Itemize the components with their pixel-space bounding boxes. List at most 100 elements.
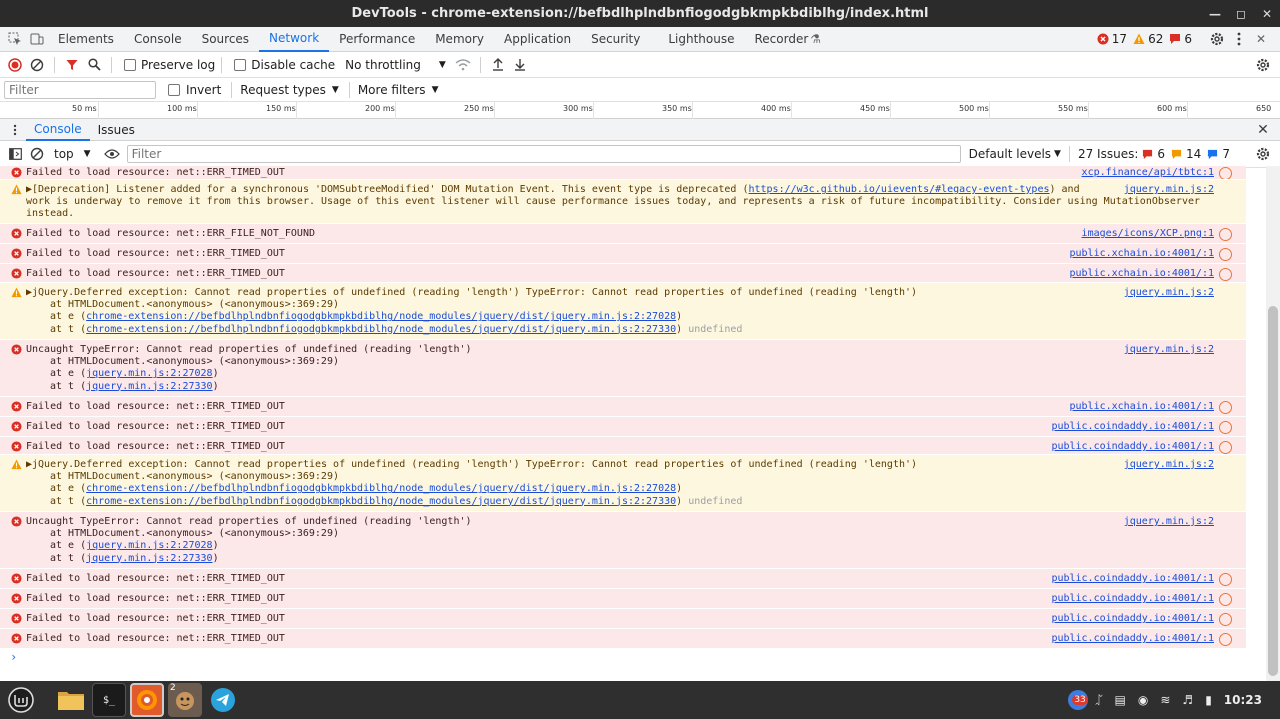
stack-frame-link[interactable]: chrome-extension://befbdlhplndbnfiogodgb…: [86, 324, 676, 335]
message-source-link[interactable]: jquery.min.js:2: [1124, 184, 1214, 196]
message-source-link[interactable]: public.coindaddy.io:4001/:1: [1051, 593, 1214, 605]
terminal-icon[interactable]: $_: [92, 683, 126, 717]
message-source-link[interactable]: jquery.min.js:2: [1124, 459, 1214, 471]
network-request-icon[interactable]: [1219, 268, 1232, 281]
stack-frame-link[interactable]: chrome-extension://befbdlhplndbnfiogodgb…: [86, 483, 676, 494]
disable-cache-checkbox[interactable]: [234, 58, 247, 71]
close-window-icon[interactable]: ✕: [1254, 0, 1280, 27]
filter-funnel-icon[interactable]: [61, 54, 83, 76]
console-error-message[interactable]: Failed to load resource: net::ERR_TIMED_…: [0, 568, 1246, 588]
console-filter-input[interactable]: [126, 145, 961, 163]
preserve-log-checkbox[interactable]: [124, 58, 136, 71]
message-source-link[interactable]: jquery.min.js:2: [1124, 516, 1214, 528]
console-error-message[interactable]: Failed to load resource: net::ERR_FILE_N…: [0, 223, 1246, 243]
console-error-message[interactable]: Failed to load resource: net::ERR_TIMED_…: [0, 396, 1246, 416]
message-source-link[interactable]: public.xchain.io:4001/:1: [1070, 268, 1215, 280]
console-warning-message[interactable]: ▶[Deprecation] Listener added for a sync…: [0, 179, 1246, 223]
invert-checkbox[interactable]: [168, 83, 180, 96]
console-error-message[interactable]: Failed to load resource: net::ERR_TIMED_…: [0, 263, 1246, 282]
network-request-icon[interactable]: [1219, 421, 1232, 434]
telegram-icon[interactable]: [206, 683, 240, 717]
console-error-message[interactable]: Failed to load resource: net::ERR_TIMED_…: [0, 628, 1246, 648]
maximize-icon[interactable]: ◻: [1228, 0, 1254, 27]
network-request-icon[interactable]: [1219, 228, 1232, 241]
bluetooth-icon[interactable]: ᛢ: [1095, 693, 1102, 707]
network-request-icon[interactable]: [1219, 248, 1232, 261]
message-source-link[interactable]: xcp.finance/api/tbtc:1: [1082, 167, 1214, 179]
console-error-message[interactable]: Failed to load resource: net::ERR_TIMED_…: [0, 166, 1246, 180]
network-request-icon[interactable]: [1219, 573, 1232, 586]
import-har-icon[interactable]: [487, 54, 509, 76]
stack-frame-link[interactable]: chrome-extension://befbdlhplndbnfiogodgb…: [86, 496, 676, 507]
console-messages[interactable]: Failed to load resource: net::ERR_TIMED_…: [0, 166, 1266, 681]
message-source-link[interactable]: public.coindaddy.io:4001/:1: [1051, 633, 1214, 645]
message-link[interactable]: https://w3c.github.io/uievents/#legacy-e…: [748, 184, 1049, 195]
network-request-icon[interactable]: [1219, 441, 1232, 454]
drawer-menu-icon[interactable]: [4, 119, 26, 141]
request-types-dropdown[interactable]: Request types ▼: [240, 83, 339, 97]
message-source-link[interactable]: public.coindaddy.io:4001/:1: [1051, 573, 1214, 585]
console-error-message[interactable]: Uncaught TypeError: Cannot read properti…: [0, 511, 1246, 568]
clipboard-icon[interactable]: ▤: [1115, 693, 1126, 707]
network-filter-input[interactable]: [4, 80, 156, 99]
network-request-icon[interactable]: [1219, 613, 1232, 626]
tab-memory[interactable]: Memory: [425, 27, 494, 52]
volume-icon[interactable]: ♬: [1182, 693, 1193, 707]
live-expression-eye-icon[interactable]: [101, 143, 123, 165]
settings-gear-icon[interactable]: [1206, 28, 1228, 50]
more-options-icon[interactable]: [1228, 28, 1250, 50]
more-filters-dropdown[interactable]: More filters ▼: [358, 83, 439, 97]
export-har-icon[interactable]: [509, 54, 531, 76]
stack-frame-link[interactable]: chrome-extension://befbdlhplndbnfiogodgb…: [86, 311, 676, 322]
console-warning-message[interactable]: ▶jQuery.Deferred exception: Cannot read …: [0, 454, 1246, 511]
stack-frame-link[interactable]: jquery.min.js:2:27028: [86, 368, 212, 379]
tab-elements[interactable]: Elements: [48, 27, 124, 52]
tab-security[interactable]: Security: [581, 27, 650, 52]
network-request-icon[interactable]: [1219, 633, 1232, 646]
network-settings-gear-icon[interactable]: [1252, 54, 1274, 76]
drawer-tab-issues[interactable]: Issues: [90, 119, 143, 141]
menu-logo-icon[interactable]: [4, 683, 38, 717]
clear-console-icon[interactable]: [26, 143, 48, 165]
console-error-message[interactable]: Failed to load resource: net::ERR_TIMED_…: [0, 436, 1246, 454]
console-prompt[interactable]: ›: [10, 650, 17, 664]
search-icon[interactable]: [83, 54, 105, 76]
wifi-icon[interactable]: ≋: [1160, 693, 1170, 707]
tab-network[interactable]: Network: [259, 27, 330, 52]
inspect-element-icon[interactable]: [4, 28, 26, 50]
notifications-icon[interactable]: 33: [1067, 689, 1089, 711]
tab-application[interactable]: Application: [494, 27, 581, 52]
tab-sources[interactable]: Sources: [192, 27, 259, 52]
stack-frame-link[interactable]: jquery.min.js:2:27330: [86, 553, 212, 564]
issues-summary[interactable]: 27 Issues: 6 14 7: [1078, 147, 1230, 161]
message-source-link[interactable]: jquery.min.js:2: [1124, 287, 1214, 299]
console-settings-gear-icon[interactable]: [1252, 143, 1274, 165]
scrollbar-thumb[interactable]: [1268, 306, 1278, 676]
message-source-link[interactable]: public.coindaddy.io:4001/:1: [1051, 441, 1214, 453]
network-request-icon[interactable]: [1219, 401, 1232, 414]
message-source-link[interactable]: public.xchain.io:4001/:1: [1070, 401, 1215, 413]
console-error-message[interactable]: Failed to load resource: net::ERR_TIMED_…: [0, 588, 1246, 608]
message-source-link[interactable]: public.coindaddy.io:4001/:1: [1051, 613, 1214, 625]
stack-frame-link[interactable]: jquery.min.js:2:27028: [86, 540, 212, 551]
stack-frame-link[interactable]: jquery.min.js:2:27330: [86, 381, 212, 392]
log-levels-dropdown[interactable]: Default levels ▼: [969, 147, 1061, 161]
devtools-window-icon[interactable]: 2: [168, 683, 202, 717]
console-error-message[interactable]: Failed to load resource: net::ERR_TIMED_…: [0, 416, 1246, 436]
network-request-icon[interactable]: [1219, 593, 1232, 606]
network-conditions-icon[interactable]: [452, 54, 474, 76]
message-source-link[interactable]: public.xchain.io:4001/:1: [1070, 248, 1215, 260]
firefox-icon[interactable]: [130, 683, 164, 717]
tab-lighthouse[interactable]: Lighthouse: [658, 27, 744, 52]
console-warning-message[interactable]: ▶jQuery.Deferred exception: Cannot read …: [0, 282, 1246, 339]
close-drawer-icon[interactable]: ✕: [1252, 119, 1274, 141]
throttling-select[interactable]: No throttling ▼: [345, 58, 446, 72]
console-error-message[interactable]: Failed to load resource: net::ERR_TIMED_…: [0, 243, 1246, 263]
clock[interactable]: 10:23: [1224, 693, 1262, 707]
device-toolbar-icon[interactable]: [26, 28, 48, 50]
battery-icon[interactable]: ▮: [1205, 693, 1212, 707]
tab-performance[interactable]: Performance: [329, 27, 425, 52]
console-error-message[interactable]: Uncaught TypeError: Cannot read properti…: [0, 339, 1246, 396]
context-selector[interactable]: top ▼: [54, 147, 91, 161]
message-source-link[interactable]: images/icons/XCP.png:1: [1082, 228, 1214, 240]
